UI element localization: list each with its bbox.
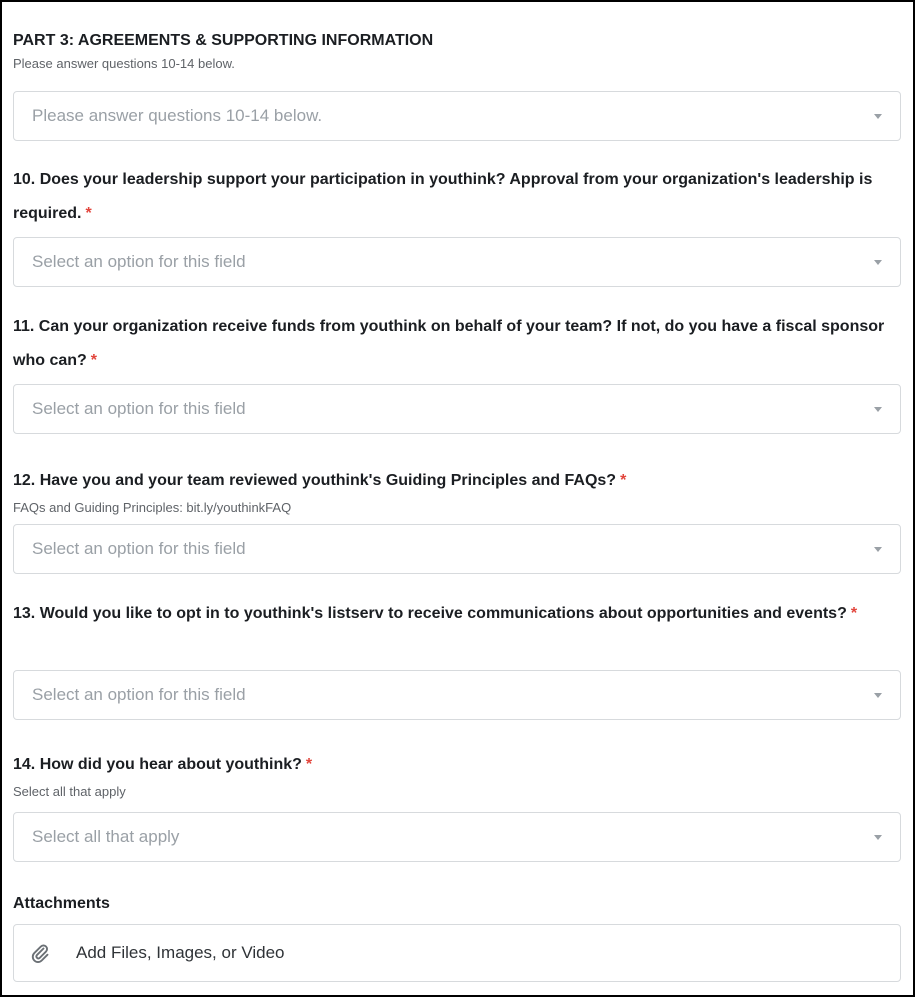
question-13-label: 13. Would you like to opt in to youthink… [13, 597, 903, 631]
select-placeholder: Select all that apply [32, 827, 180, 846]
question-text: 10. Does your leadership support your pa… [13, 171, 873, 222]
question-14-help-text: Select all that apply [13, 784, 126, 799]
select-placeholder: Select an option for this field [32, 399, 246, 418]
part3-info-select[interactable]: Please answer questions 10-14 below. [13, 91, 901, 141]
required-marker: * [850, 605, 858, 622]
question-12-help-text: FAQs and Guiding Principles: bit.ly/yout… [13, 500, 292, 515]
question-14-select[interactable]: Select all that apply [13, 812, 901, 862]
section-help-text: Please answer questions 10-14 below. [13, 56, 235, 71]
question-11-label: 11. Can your organization receive funds … [13, 310, 903, 378]
chevron-down-icon [874, 260, 882, 265]
question-13-select[interactable]: Select an option for this field [13, 670, 901, 720]
question-text: 13. Would you like to opt in to youthink… [13, 605, 847, 622]
chevron-down-icon [874, 547, 882, 552]
question-text: 11. Can your organization receive funds … [13, 318, 885, 369]
required-marker: * [305, 756, 313, 773]
required-marker: * [620, 472, 627, 489]
question-text: 12. Have you and your team reviewed yout… [13, 472, 617, 489]
question-10-label: 10. Does your leadership support your pa… [13, 163, 903, 231]
paperclip-icon [31, 944, 49, 963]
chevron-down-icon [874, 693, 882, 698]
question-10-select[interactable]: Select an option for this field [13, 237, 901, 287]
question-text: 14. How did you hear about youthink? [13, 756, 302, 773]
chevron-down-icon [874, 835, 882, 840]
chevron-down-icon [874, 114, 882, 119]
question-12-label: 12. Have you and your team reviewed yout… [13, 464, 903, 498]
select-placeholder: Select an option for this field [32, 539, 246, 558]
add-files-label: Add Files, Images, or Video [76, 943, 285, 962]
form-panel: PART 3: AGREEMENTS & SUPPORTING INFORMAT… [0, 0, 915, 997]
chevron-down-icon [874, 407, 882, 412]
required-marker: * [90, 352, 98, 369]
add-attachments-button[interactable]: Add Files, Images, or Video [13, 924, 901, 982]
select-placeholder: Select an option for this field [32, 685, 246, 704]
required-marker: * [85, 205, 92, 222]
select-placeholder: Please answer questions 10-14 below. [32, 106, 323, 125]
section-title: PART 3: AGREEMENTS & SUPPORTING INFORMAT… [13, 32, 434, 49]
question-14-label: 14. How did you hear about youthink? * [13, 748, 903, 782]
question-11-select[interactable]: Select an option for this field [13, 384, 901, 434]
attachments-label: Attachments [13, 895, 110, 912]
select-placeholder: Select an option for this field [32, 252, 246, 271]
question-12-select[interactable]: Select an option for this field [13, 524, 901, 574]
